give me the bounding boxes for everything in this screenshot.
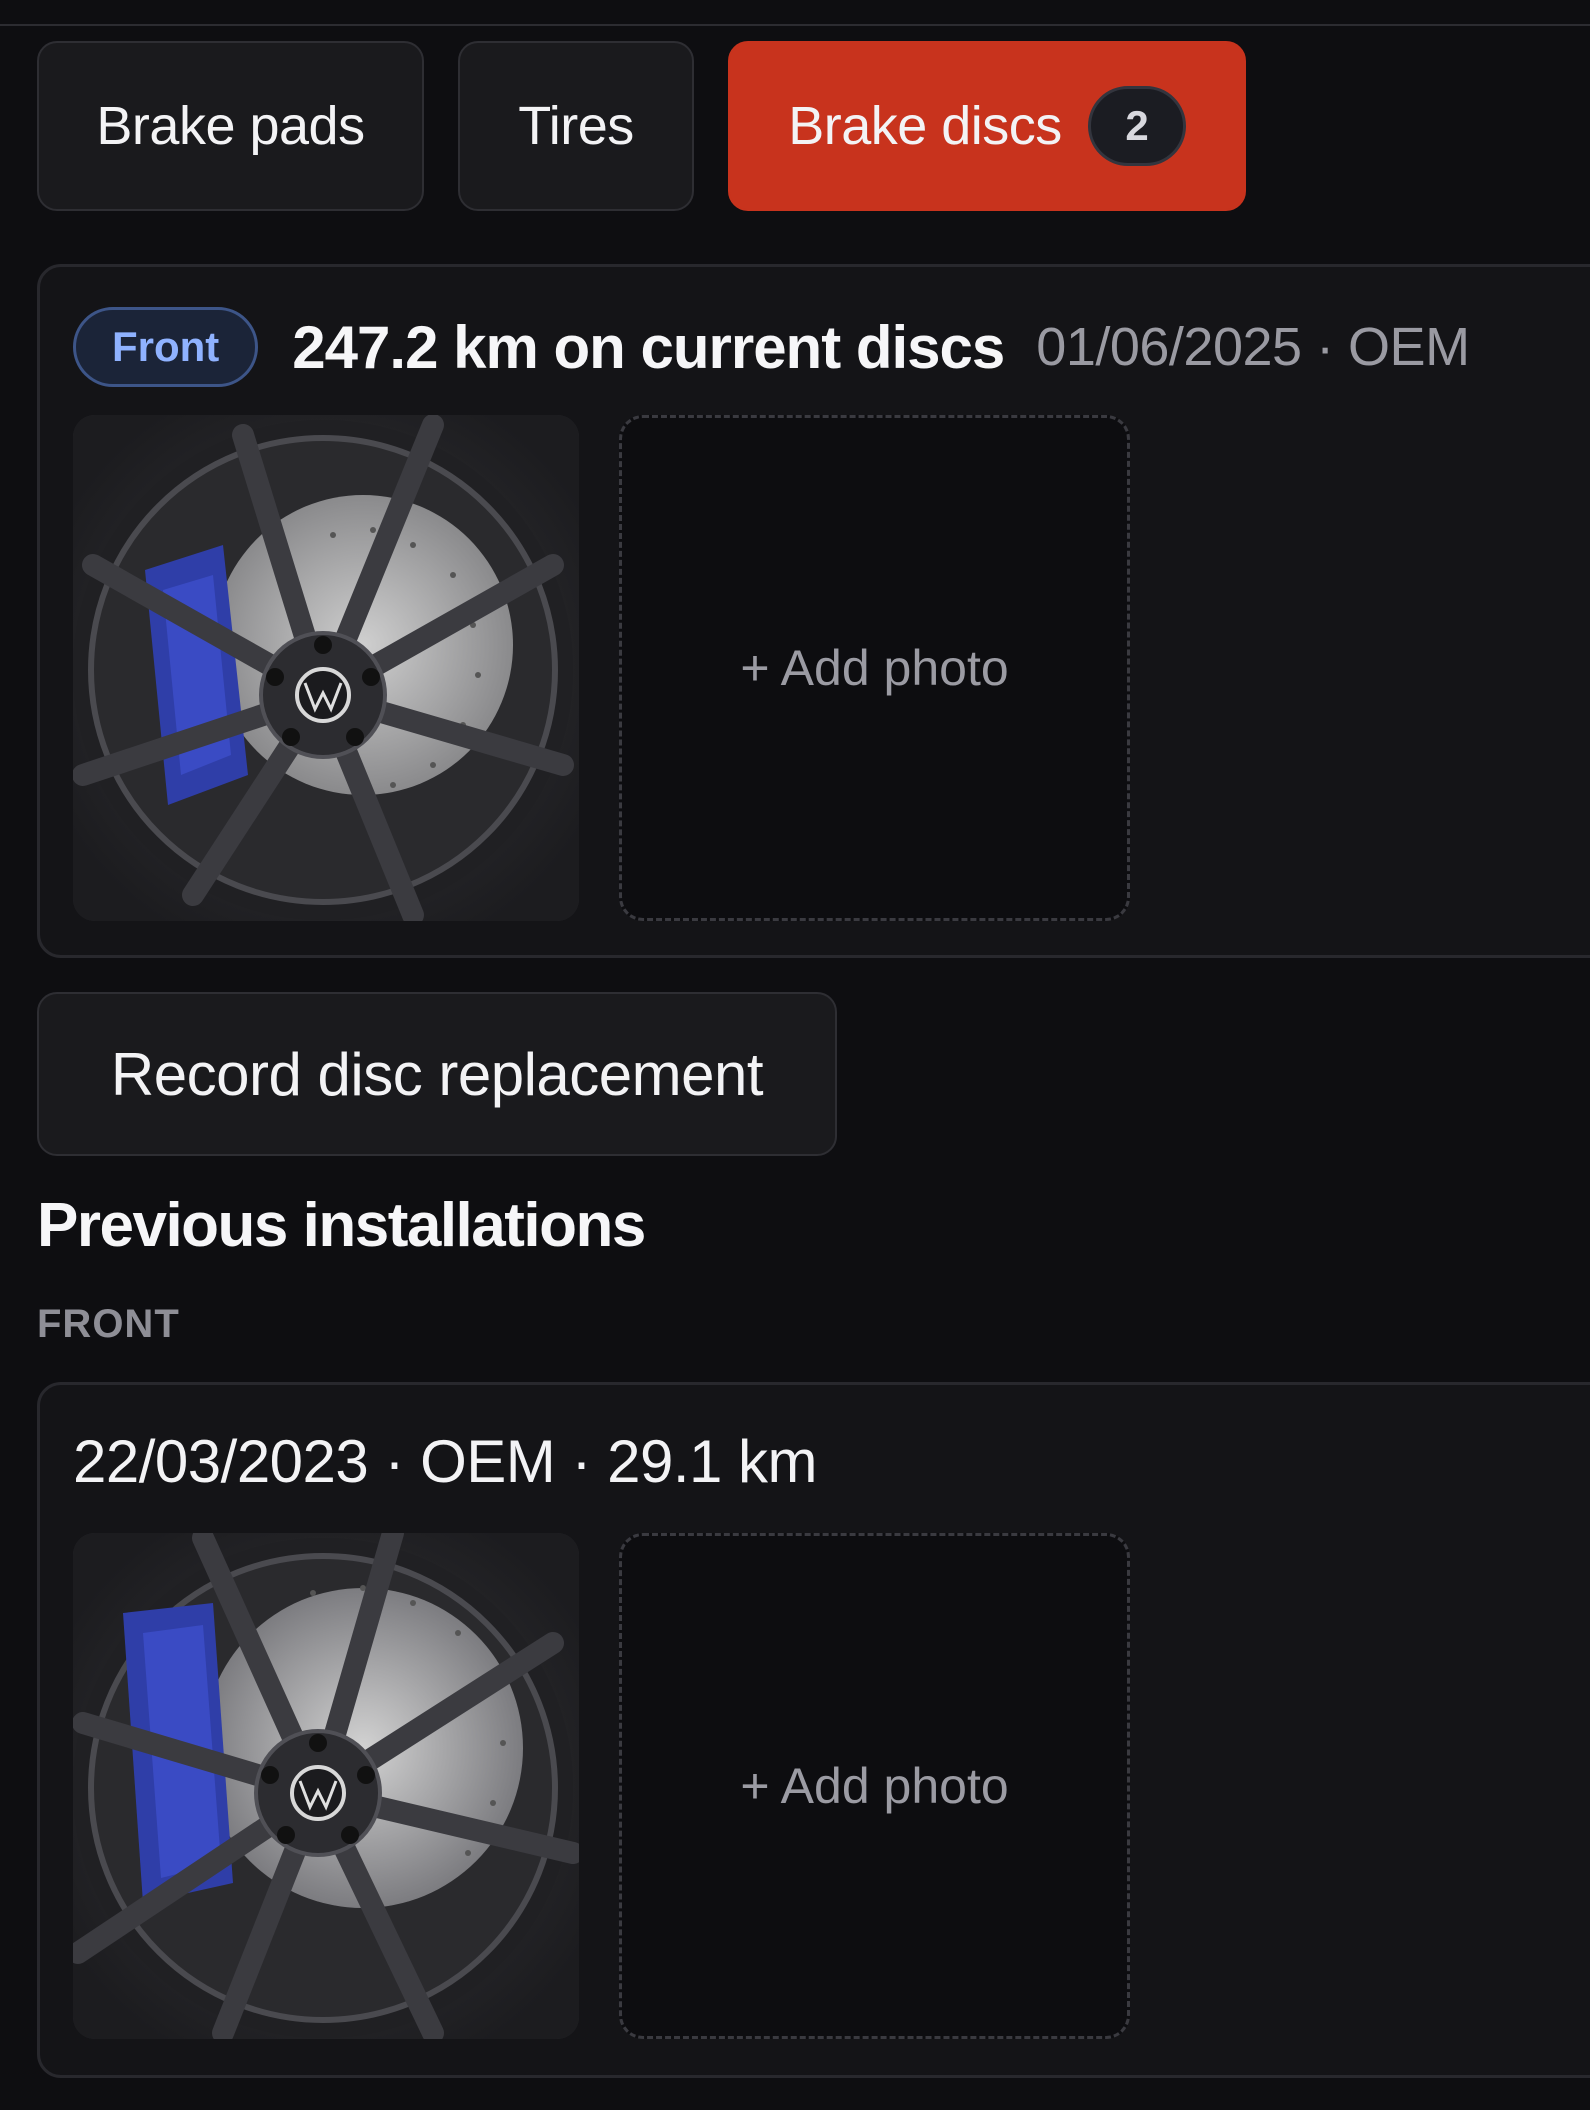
tab-label: Brake pads	[96, 96, 365, 156]
current-discs-card: Front 247.2 km on current discs 01/06/20…	[37, 264, 1590, 958]
install-meta: 01/06/2025 · OEM	[1036, 317, 1470, 377]
record-disc-replacement-button[interactable]: Record disc replacement	[37, 992, 837, 1156]
previous-installations-heading: Previous installations	[37, 1191, 646, 1260]
tab-label: Tires	[518, 96, 634, 156]
disc-photo[interactable]	[73, 415, 579, 921]
tab-brake-pads[interactable]: Brake pads	[37, 41, 424, 211]
wheel-photo-icon	[73, 415, 579, 921]
position-badge: Front	[73, 307, 259, 387]
category-tabs: Brake pads Tires Brake discs 2	[37, 41, 1246, 211]
wheel-photo-icon	[73, 1533, 579, 2039]
top-divider	[0, 24, 1590, 26]
tab-tires[interactable]: Tires	[458, 41, 694, 211]
installation-summary: 22/03/2023 · OEM · 29.1 km	[73, 1428, 818, 1495]
previous-installation-card: 22/03/2023 · OEM · 29.1 km + Add photo	[37, 1382, 1590, 2078]
position-group-label: FRONT	[37, 1302, 180, 1346]
card-header: Front 247.2 km on current discs 01/06/20…	[73, 307, 1470, 387]
tab-label: Brake discs	[788, 96, 1062, 156]
add-photo-button[interactable]: + Add photo	[619, 415, 1130, 921]
disc-photo[interactable]	[73, 1533, 579, 2039]
count-badge: 2	[1087, 86, 1186, 166]
add-photo-button[interactable]: + Add photo	[619, 1533, 1130, 2039]
km-on-current-discs: 247.2 km on current discs	[292, 313, 1005, 381]
tab-brake-discs[interactable]: Brake discs 2	[728, 41, 1246, 211]
